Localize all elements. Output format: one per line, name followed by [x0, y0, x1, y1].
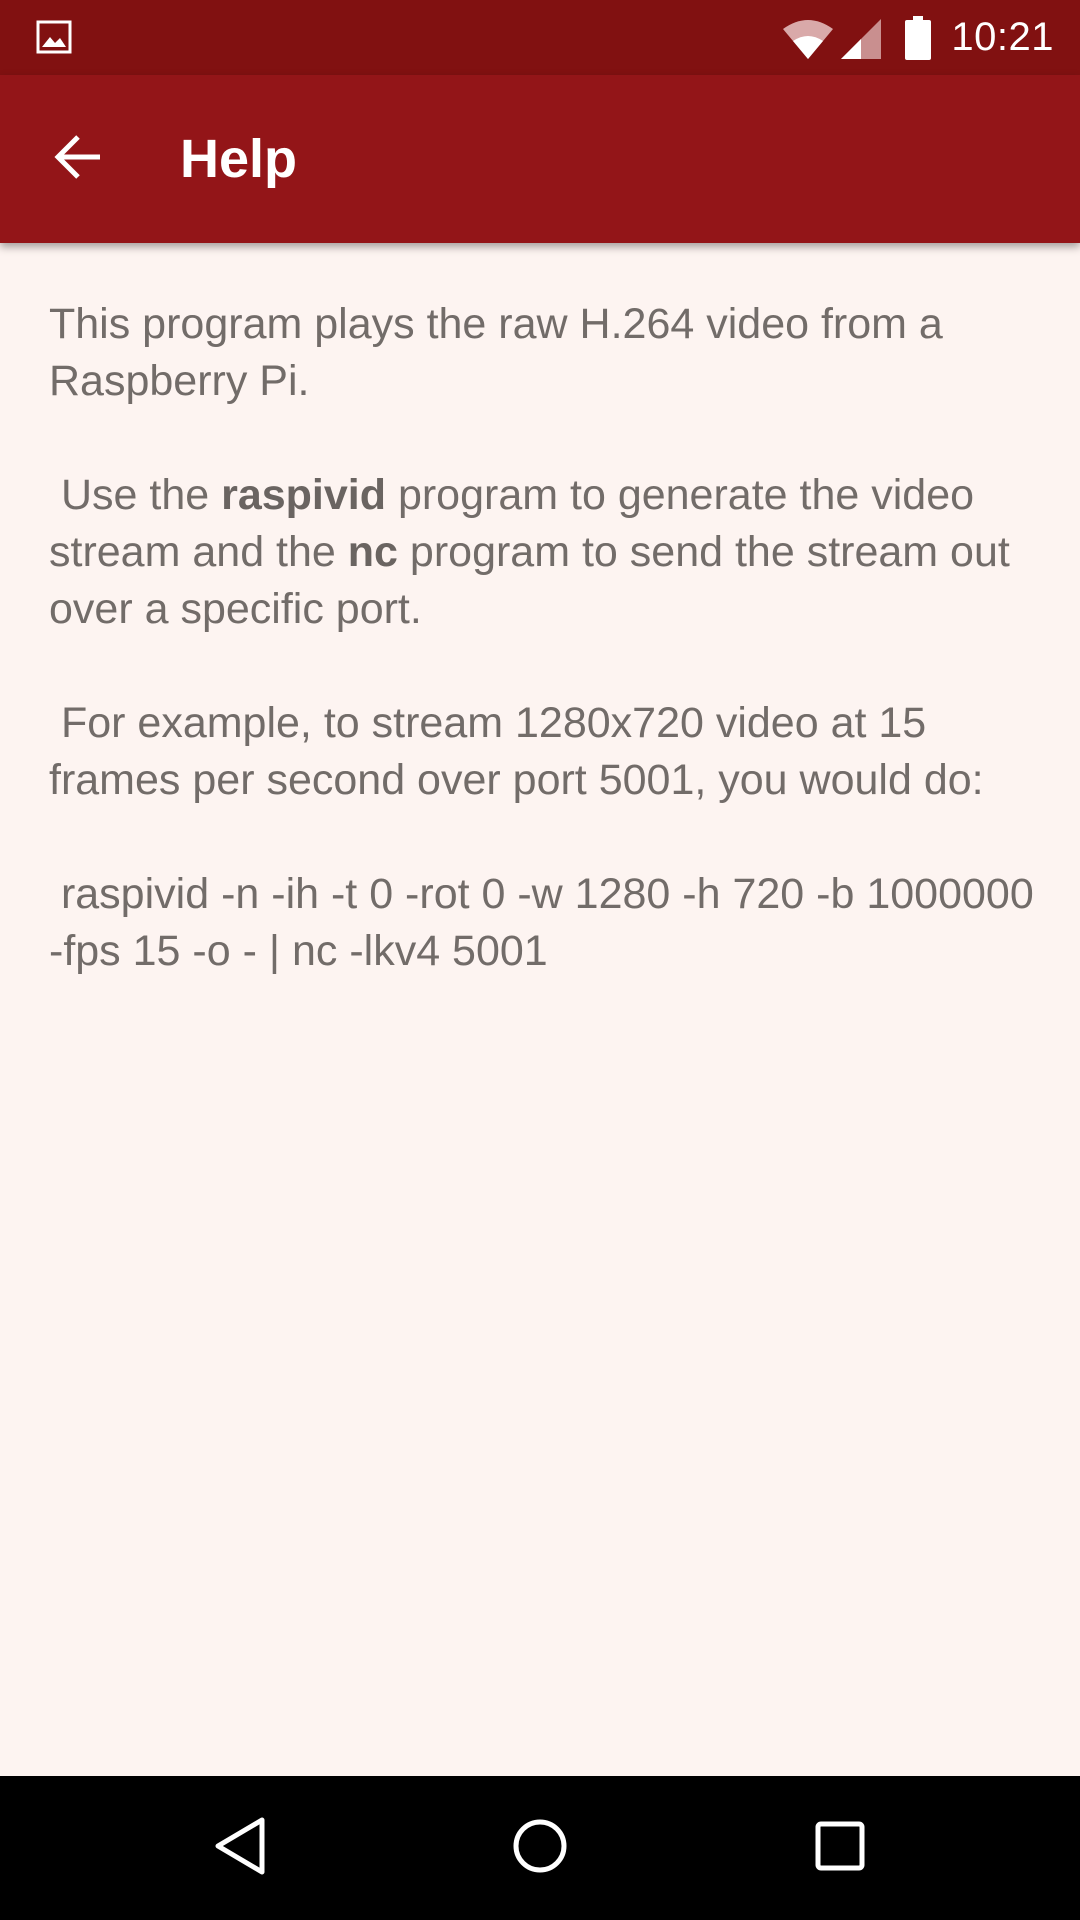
nc-term: nc — [347, 528, 398, 576]
help-paragraph-example: For example, to stream 1280x720 video at… — [49, 699, 984, 804]
raspivid-term: raspivid — [221, 471, 386, 519]
help-command: raspivid -n -ih -t 0 -rot 0 -w 1280 -h 7… — [49, 870, 1046, 975]
home-circle-icon — [512, 1818, 568, 1879]
status-time: 10:21 — [951, 15, 1054, 59]
page-title: Help — [180, 129, 298, 189]
help-text: Use the — [49, 471, 222, 519]
help-paragraph-intro: This program plays the raw H.264 video f… — [49, 300, 955, 405]
recents-square-icon — [814, 1820, 866, 1877]
image-icon — [36, 19, 72, 55]
navigation-bar — [0, 1776, 1080, 1920]
signal-icon — [839, 17, 883, 59]
battery-icon — [905, 15, 932, 60]
status-bar: 10:21 — [0, 0, 1080, 75]
help-screen: 10:21 Help This program plays the raw H.… — [0, 0, 1080, 1920]
app-bar: Help — [0, 75, 1080, 243]
arrow-back-icon — [53, 133, 103, 186]
nav-recents-button[interactable] — [804, 1812, 876, 1884]
back-button[interactable] — [36, 117, 120, 201]
help-paragraph-tools: Use the raspivid program to generate the… — [49, 467, 1039, 638]
wifi-icon — [781, 17, 835, 59]
back-triangle-icon — [212, 1816, 268, 1881]
help-content: This program plays the raw H.264 video f… — [49, 296, 1039, 1037]
status-icons: 10:21 — [781, 0, 1054, 75]
nav-home-button[interactable] — [504, 1812, 576, 1884]
nav-back-button[interactable] — [204, 1812, 276, 1884]
